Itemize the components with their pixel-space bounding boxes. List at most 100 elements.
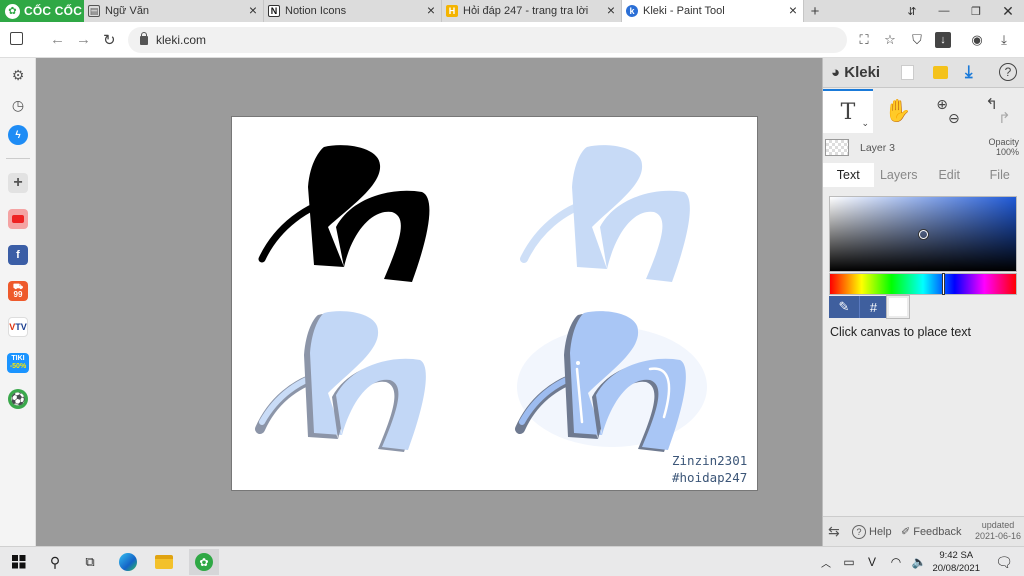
coccoc-logo-icon: ✿: [5, 3, 20, 19]
tab-kleki[interactable]: k Kleki - Paint Tool ×: [622, 0, 804, 22]
tiki-icon[interactable]: TIKI -50%: [7, 353, 29, 373]
text-tool-hint: Click canvas to place text: [830, 325, 972, 339]
tab-hoidap247[interactable]: H Hỏi đáp 247 - trang tra lời ×: [442, 0, 622, 22]
letter-h-black: [258, 145, 430, 282]
zoom-icon[interactable]: ⊕ ⊖: [925, 89, 971, 133]
new-image-icon[interactable]: [901, 65, 914, 80]
add-icon[interactable]: +: [8, 173, 28, 193]
system-clock[interactable]: 9:42 SA 20/08/2021: [932, 549, 980, 575]
edge-icon[interactable]: [117, 551, 139, 573]
kleki-workspace[interactable]: Zinzin2301 #hoidap247: [37, 58, 822, 546]
text-tool-settings: ✎ # Click canvas to place text: [823, 187, 1024, 516]
restore-icon[interactable]: ❐: [960, 0, 992, 22]
account-icon[interactable]: ◉: [969, 32, 985, 48]
volume-icon[interactable]: 🔈: [908, 551, 930, 573]
shield-icon[interactable]: ⛉: [909, 32, 925, 48]
tab-edit[interactable]: Edit: [924, 163, 975, 187]
clock-date: 20/08/2021: [932, 563, 980, 574]
eyedropper-icon[interactable]: ✎: [829, 296, 859, 318]
reload-icon[interactable]: ↻: [103, 31, 116, 49]
tab-layers[interactable]: Layers: [874, 163, 925, 187]
kleki-logo-icon: ◕: [831, 64, 841, 81]
letter-h-shaded: [255, 311, 426, 452]
vtv-icon[interactable]: V TV: [8, 317, 28, 337]
download-manager-icon[interactable]: ↓: [935, 32, 951, 48]
address-text: kleki.com: [156, 33, 207, 47]
close-tab-icon[interactable]: ×: [607, 3, 615, 17]
sidebar-divider: [6, 158, 30, 159]
active-layer-row[interactable]: Layer 3 Opacity 100%: [823, 135, 1024, 161]
back-icon[interactable]: ←: [50, 31, 65, 48]
minimize-icon[interactable]: —: [928, 0, 960, 22]
new-tab-button[interactable]: +: [804, 0, 826, 22]
hand-tool-icon[interactable]: ✋: [875, 89, 921, 133]
kleki-logo[interactable]: ◕ Kleki: [831, 64, 880, 81]
zoom-out-icon[interactable]: ⊖: [948, 110, 960, 127]
redo-icon[interactable]: ↱: [998, 109, 1011, 127]
soccer-icon[interactable]: ⚽: [8, 389, 28, 409]
hoidap247-icon: H: [446, 5, 458, 17]
wifi-icon[interactable]: ◠: [885, 551, 907, 573]
watermark-author: Zinzin2301: [672, 453, 748, 468]
tab-ngu-van[interactable]: ▤ Ngữ Văn ×: [84, 0, 264, 22]
drawing-canvas[interactable]: Zinzin2301 #hoidap247: [231, 116, 758, 491]
zoom-in-icon[interactable]: ⊕: [936, 96, 948, 113]
watermark-tag: #hoidap247: [672, 470, 748, 485]
help-link[interactable]: ? Help: [852, 525, 892, 539]
messenger-icon[interactable]: ϟ: [8, 125, 28, 145]
coccoc-taskbar-icon[interactable]: ✿: [189, 549, 219, 575]
tab-text[interactable]: Text: [823, 163, 874, 187]
feedback-pencil-icon: ✐: [901, 526, 911, 538]
close-tab-icon[interactable]: ×: [427, 3, 435, 17]
windows-start-icon[interactable]: [8, 551, 30, 573]
hue-slider[interactable]: [829, 273, 1017, 295]
windows-taskbar: ⚲ ⧉ ✿ ︿ ▭ V ◠ 🔈 9:42 SA 20/08/2021 🗨: [0, 546, 1024, 576]
coccoc-menu-button[interactable]: ✿ CỐC CỐC: [0, 0, 84, 22]
address-bar[interactable]: kleki.com: [128, 27, 847, 53]
open-folder-icon[interactable]: [933, 66, 948, 79]
tab-search-icon[interactable]: ⇵: [896, 0, 928, 22]
help-icon[interactable]: ?: [999, 63, 1017, 81]
settings-icon[interactable]: ⚙: [8, 65, 28, 85]
file-explorer-icon[interactable]: [153, 551, 175, 573]
chevron-down-icon: ⌄: [861, 119, 869, 129]
text-tool-icon[interactable]: T ⌄: [823, 89, 873, 133]
history-icon[interactable]: ◷: [8, 95, 28, 115]
clock-time: 9:42 SA: [939, 550, 974, 561]
search-icon[interactable]: ⚲: [44, 551, 66, 573]
vpn-icon[interactable]: V: [861, 551, 883, 573]
window-controls: ⇵ — ❐ ✕: [896, 0, 1024, 22]
undo-redo-icon[interactable]: ↰ ↱: [975, 89, 1021, 133]
browser-sidebar: ⚙ ◷ ϟ + f ⛟ 99 V TV TIKI -50% ⚽: [0, 58, 36, 546]
browser-tab-strip: ✿ CỐC CỐC ▤ Ngữ Văn × N Notion Icons × H…: [0, 0, 1024, 22]
translate-icon[interactable]: ⛶: [856, 32, 872, 48]
battery-icon[interactable]: ▭: [838, 551, 860, 573]
notifications-icon[interactable]: 🗨: [993, 551, 1015, 573]
download-icon[interactable]: ⤓: [965, 62, 973, 82]
update-info[interactable]: updated 2021-06-16: [975, 520, 1021, 542]
hue-slider-handle[interactable]: [942, 273, 945, 295]
bookmark-star-icon[interactable]: ☆: [882, 32, 898, 48]
saturation-value-picker[interactable]: [829, 196, 1017, 272]
downloads-icon[interactable]: ⤓: [996, 32, 1012, 48]
forward-icon[interactable]: →: [76, 31, 91, 48]
close-tab-icon[interactable]: ×: [249, 3, 257, 17]
hex-input-button[interactable]: #: [859, 296, 887, 318]
layer-opacity[interactable]: Opacity 100%: [988, 137, 1019, 157]
facebook-icon[interactable]: f: [8, 245, 28, 265]
youtube-icon[interactable]: [8, 209, 28, 229]
sidebar-toggle-icon[interactable]: [10, 32, 23, 45]
feedback-link[interactable]: ✐ Feedback: [901, 525, 962, 539]
task-view-icon[interactable]: ⧉: [79, 551, 101, 573]
close-tab-icon[interactable]: ×: [789, 3, 797, 17]
swap-sides-icon[interactable]: ⇆: [828, 523, 840, 540]
color-swatch[interactable]: [886, 295, 910, 319]
close-window-icon[interactable]: ✕: [992, 0, 1024, 22]
color-picker-handle[interactable]: [919, 230, 928, 239]
tab-file[interactable]: File: [975, 163, 1024, 187]
chevron-up-icon[interactable]: ︿: [815, 551, 837, 573]
kleki-side-panel: ◕ Kleki ⤓ ? T ⌄ ✋ ⊕ ⊖ ↰ ↱ Layer 3 Opacity 1…: [822, 58, 1024, 546]
shopee-icon[interactable]: ⛟ 99: [8, 281, 28, 301]
tab-notion-icons[interactable]: N Notion Icons ×: [264, 0, 442, 22]
undo-icon[interactable]: ↰: [985, 95, 998, 113]
